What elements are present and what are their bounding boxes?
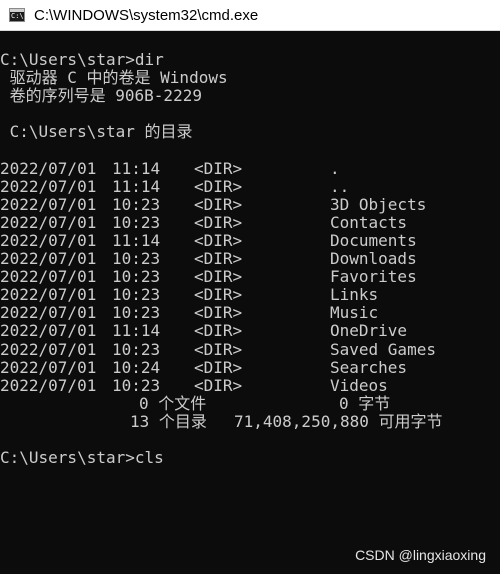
- entry-date: 2022/07/01: [0, 357, 97, 377]
- files-bytes: 0 字节: [339, 393, 391, 413]
- volume-line: 驱动器 C 中的卷是 Windows: [0, 68, 228, 88]
- listing-row: 2022/07/01 10:23 <DIR> Favorites: [0, 268, 500, 286]
- entry-time: 11:14: [112, 158, 161, 178]
- prompt-cls-command: C:\Users\star>cls: [0, 448, 164, 468]
- entry-name: Documents: [330, 230, 417, 250]
- entry-type: <DIR>: [194, 249, 243, 269]
- entry-type: <DIR>: [194, 285, 243, 305]
- cmd-icon: C:\: [9, 8, 25, 22]
- entry-date: 2022/07/01: [0, 158, 97, 178]
- cmd-icon-text: C:\: [11, 12, 24, 20]
- entry-date: 2022/07/01: [0, 339, 97, 359]
- entry-time: 10:24: [112, 357, 161, 377]
- entry-name: Favorites: [330, 267, 417, 287]
- entry-type: <DIR>: [194, 212, 243, 232]
- entry-date: 2022/07/01: [0, 303, 97, 323]
- listing-row: 2022/07/01 11:14 <DIR>.: [0, 158, 500, 178]
- listing-row: 2022/07/01 11:14 <DIR> OneDrive: [0, 322, 500, 340]
- entry-type: <DIR>: [194, 357, 243, 377]
- entry-name: Videos: [330, 375, 388, 395]
- entry-type: <DIR>: [194, 303, 243, 323]
- listing-row: 2022/07/01 10:23 <DIR> Contacts: [0, 212, 500, 232]
- entry-name: Music: [330, 303, 379, 323]
- entry-type: <DIR>: [194, 375, 243, 395]
- serial-line: 卷的序列号是 906B-2229: [0, 86, 202, 106]
- entry-time: 10:23: [112, 267, 161, 287]
- listing-row: 2022/07/01 10:23 <DIR> Saved Games: [0, 339, 500, 359]
- entry-name: Contacts: [330, 212, 408, 232]
- entry-type: <DIR>: [194, 267, 243, 287]
- entry-type: <DIR>: [194, 194, 243, 214]
- entry-time: 10:23: [112, 339, 161, 359]
- listing-row: 2022/07/01 10:24 <DIR> Searches: [0, 357, 500, 377]
- files-summary: 0 个文件 0 字节: [0, 393, 500, 413]
- entry-name: 3D Objects: [330, 194, 427, 214]
- entry-time: 10:23: [112, 375, 161, 395]
- entry-name: Saved Games: [330, 339, 436, 359]
- files-count: 0 个文件: [139, 393, 207, 413]
- entry-time: 10:23: [112, 194, 161, 214]
- entry-date: 2022/07/01: [0, 285, 97, 305]
- entry-type: <DIR>: [194, 339, 243, 359]
- listing-row: 2022/07/01 10:23 <DIR> Music: [0, 304, 500, 322]
- directory-listing: 2022/07/01 11:14 <DIR>. 2022/07/01 11:14 <DIR…: [0, 158, 500, 395]
- title-bar[interactable]: C:\ C:\WINDOWS\system32\cmd.exe: [0, 0, 500, 31]
- entry-time: 10:23: [112, 303, 161, 323]
- listing-row: 2022/07/01 10:23 <DIR> 3D Objects: [0, 194, 500, 214]
- entry-time: 11:14: [112, 230, 161, 250]
- entry-time: 11:14: [112, 176, 161, 196]
- window-title: C:\WINDOWS\system32\cmd.exe: [34, 7, 259, 24]
- entry-date: 2022/07/01: [0, 194, 97, 214]
- dirs-summary: 13 个目录 71,408,250,880 可用字节: [0, 411, 500, 431]
- entry-time: 10:23: [112, 249, 161, 269]
- dirs-count: 13 个目录: [130, 411, 207, 431]
- entry-type: <DIR>: [194, 230, 243, 250]
- entry-date: 2022/07/01: [0, 230, 97, 250]
- entry-name: OneDrive: [330, 321, 408, 341]
- entry-date: 2022/07/01: [0, 212, 97, 232]
- listing-row: 2022/07/01 10:23 <DIR> Videos: [0, 375, 500, 395]
- watermark: CSDN @lingxiaoxing: [355, 547, 486, 563]
- entry-type: <DIR>: [194, 158, 243, 178]
- prompt-dir-command: C:\Users\star>dir: [0, 50, 164, 69]
- directory-of-line: C:\Users\star 的目录: [0, 122, 193, 142]
- listing-row: 2022/07/01 10:23 <DIR> Downloads: [0, 249, 500, 269]
- entry-type: <DIR>: [194, 321, 243, 341]
- entry-name: ..: [330, 176, 350, 196]
- entry-date: 2022/07/01: [0, 375, 97, 395]
- listing-row: 2022/07/01 11:14 <DIR>..: [0, 176, 500, 196]
- dirs-free-bytes: 71,408,250,880 可用字节: [234, 411, 443, 431]
- entry-type: <DIR>: [194, 176, 243, 196]
- entry-date: 2022/07/01: [0, 176, 97, 196]
- listing-row: 2022/07/01 11:14 <DIR> Documents: [0, 230, 500, 250]
- entry-name: Links: [330, 285, 379, 305]
- entry-time: 10:23: [112, 212, 161, 232]
- entry-time: 10:23: [112, 285, 161, 305]
- entry-date: 2022/07/01: [0, 267, 97, 287]
- listing-row: 2022/07/01 10:23 <DIR> Links: [0, 286, 500, 304]
- entry-date: 2022/07/01: [0, 249, 97, 269]
- console-output[interactable]: C:\Users\star>dir 驱动器 C 中的卷是 Windows 卷的序…: [0, 50, 500, 468]
- entry-name: Downloads: [330, 249, 417, 269]
- entry-date: 2022/07/01: [0, 321, 97, 341]
- entry-time: 11:14: [112, 321, 161, 341]
- entry-name: .: [330, 158, 340, 178]
- entry-name: Searches: [330, 357, 408, 377]
